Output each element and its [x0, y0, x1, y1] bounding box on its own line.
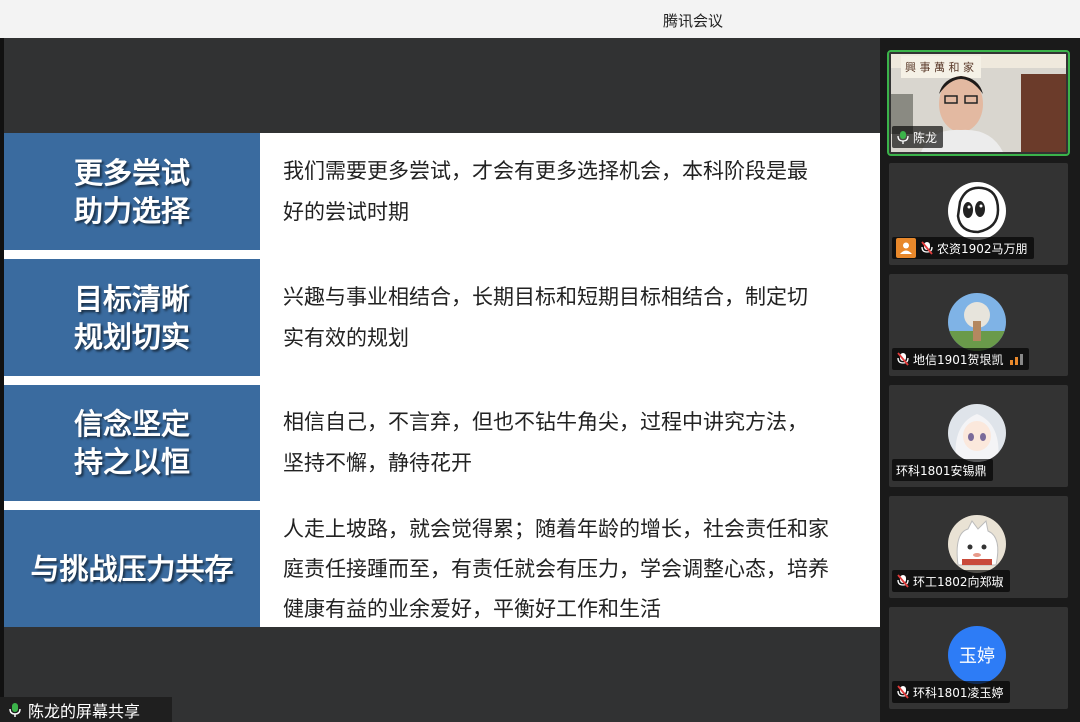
participant-name: 地信1901贺垠凯 — [913, 352, 1004, 367]
avatar — [948, 182, 1006, 240]
slide-row: 目标清晰 规划切实 兴趣与事业相结合，长期目标和短期目标相结合，制定切 实有效的… — [4, 259, 880, 376]
participant-nametag: 环科1801安锡鼎 — [892, 459, 993, 481]
description-line: 好的尝试时期 — [283, 199, 409, 224]
heading-line: 更多尝试 — [73, 155, 190, 190]
participant-tile[interactable]: 玉婷 环科1801凌玉婷 — [889, 607, 1068, 709]
avatar-initials: 玉婷 — [959, 646, 995, 667]
slide-row: 更多尝试 助力选择 我们需要更多尝试，才会有更多选择机会，本科阶段是最 好的尝试… — [4, 133, 880, 250]
screen-share-label: 陈龙的屏幕共享 — [28, 701, 141, 721]
heading-line: 持之以恒 — [73, 445, 190, 479]
participant-nametag: 环工1802向郑琡 — [892, 570, 1010, 592]
participant-nametag: 环科1801凌玉婷 — [892, 681, 1010, 703]
participant-tile[interactable]: 环工1802向郑琡 — [889, 496, 1068, 598]
slide-row: 信念坚定 持之以恒 相信自己，不言弃，但也不钻牛角尖，过程中讲究方法， 坚持不懈… — [4, 385, 880, 501]
participant-name: 环科1801安锡鼎 — [896, 463, 987, 478]
description-line: 相信自己，不言弃，但也不钻牛角尖，过程中讲究方法， — [283, 410, 808, 434]
description-line: 兴趣与事业相结合，长期目标和短期目标相结合，制定切 — [283, 284, 808, 309]
participant-name: 环工1802向郑琡 — [913, 574, 1004, 589]
microphone-muted-icon — [921, 240, 933, 255]
participant-tile[interactable]: 环科1801安锡鼎 — [889, 385, 1068, 487]
participant-tile[interactable]: 興 事 萬 和 家 陈龙 — [887, 50, 1070, 156]
screen-share-indicator[interactable]: 陈龙的屏幕共享 — [0, 697, 172, 722]
avatar — [948, 293, 1006, 351]
microphone-muted-icon — [897, 351, 909, 366]
svg-text:興 事 萬 和 家: 興 事 萬 和 家 — [905, 60, 974, 74]
description-line: 健康有益的业余爱好，平衡好工作和生活 — [283, 596, 661, 621]
row-heading: 信念坚定 持之以恒 — [4, 385, 260, 501]
row-description: 人走上坡路，就会觉得累；随着年龄的增长，社会责任和家 庭责任接踵而至，有责任就会… — [283, 510, 863, 627]
description-line: 坚持不懈，静待花开 — [283, 451, 472, 475]
description-line: 我们需要更多尝试，才会有更多选择机会，本科阶段是最 — [283, 158, 808, 183]
participant-nametag: 地信1901贺垠凯 — [892, 348, 1029, 370]
row-heading: 目标清晰 规划切实 — [4, 259, 260, 376]
host-badge-icon — [896, 238, 916, 258]
participant-name: 陈龙 — [913, 130, 938, 145]
title-bar: 腾讯会议 — [0, 0, 1080, 39]
avatar — [948, 515, 1006, 573]
heading-line: 与挑战压力共存 — [30, 551, 234, 586]
row-heading: 与挑战压力共存 — [4, 510, 260, 627]
row-description: 相信自己，不言弃，但也不钻牛角尖，过程中讲究方法， 坚持不懈，静待花开 — [283, 385, 863, 501]
microphone-icon — [9, 702, 21, 717]
microphone-icon — [897, 130, 909, 144]
row-description: 我们需要更多尝试，才会有更多选择机会，本科阶段是最 好的尝试时期 — [283, 133, 863, 250]
avatar: 玉婷 — [948, 626, 1006, 684]
participant-name: 环科1801凌玉婷 — [913, 685, 1004, 700]
participant-tile[interactable]: 农资1902马万朋 — [889, 163, 1068, 265]
network-signal-icon — [1009, 353, 1023, 365]
description-line: 人走上坡路，就会觉得累；随着年龄的增长，社会责任和家 — [283, 516, 829, 541]
presentation-slide: 更多尝试 助力选择 我们需要更多尝试，才会有更多选择机会，本科阶段是最 好的尝试… — [4, 133, 880, 627]
heading-line: 助力选择 — [73, 193, 190, 228]
description-line: 庭责任接踵而至，有责任就会有压力，学会调整心态，培养 — [283, 556, 829, 581]
heading-line: 目标清晰 — [73, 281, 190, 316]
participant-nametag: 农资1902马万朋 — [892, 237, 1034, 259]
avatar — [948, 404, 1006, 462]
participant-tile[interactable]: 地信1901贺垠凯 — [889, 274, 1068, 376]
participant-name: 农资1902马万朋 — [937, 241, 1028, 256]
heading-line: 信念坚定 — [73, 407, 190, 441]
microphone-muted-icon — [897, 573, 909, 588]
window-title: 腾讯会议 — [662, 12, 723, 30]
row-heading: 更多尝试 助力选择 — [4, 133, 260, 250]
heading-line: 规划切实 — [73, 319, 190, 354]
row-description: 兴趣与事业相结合，长期目标和短期目标相结合，制定切 实有效的规划 — [283, 259, 863, 376]
microphone-muted-icon — [897, 684, 909, 699]
slide-row: 与挑战压力共存 人走上坡路，就会觉得累；随着年龄的增长，社会责任和家 庭责任接踵… — [4, 510, 880, 627]
participant-nametag: 陈龙 — [892, 126, 944, 148]
description-line: 实有效的规划 — [283, 325, 409, 350]
